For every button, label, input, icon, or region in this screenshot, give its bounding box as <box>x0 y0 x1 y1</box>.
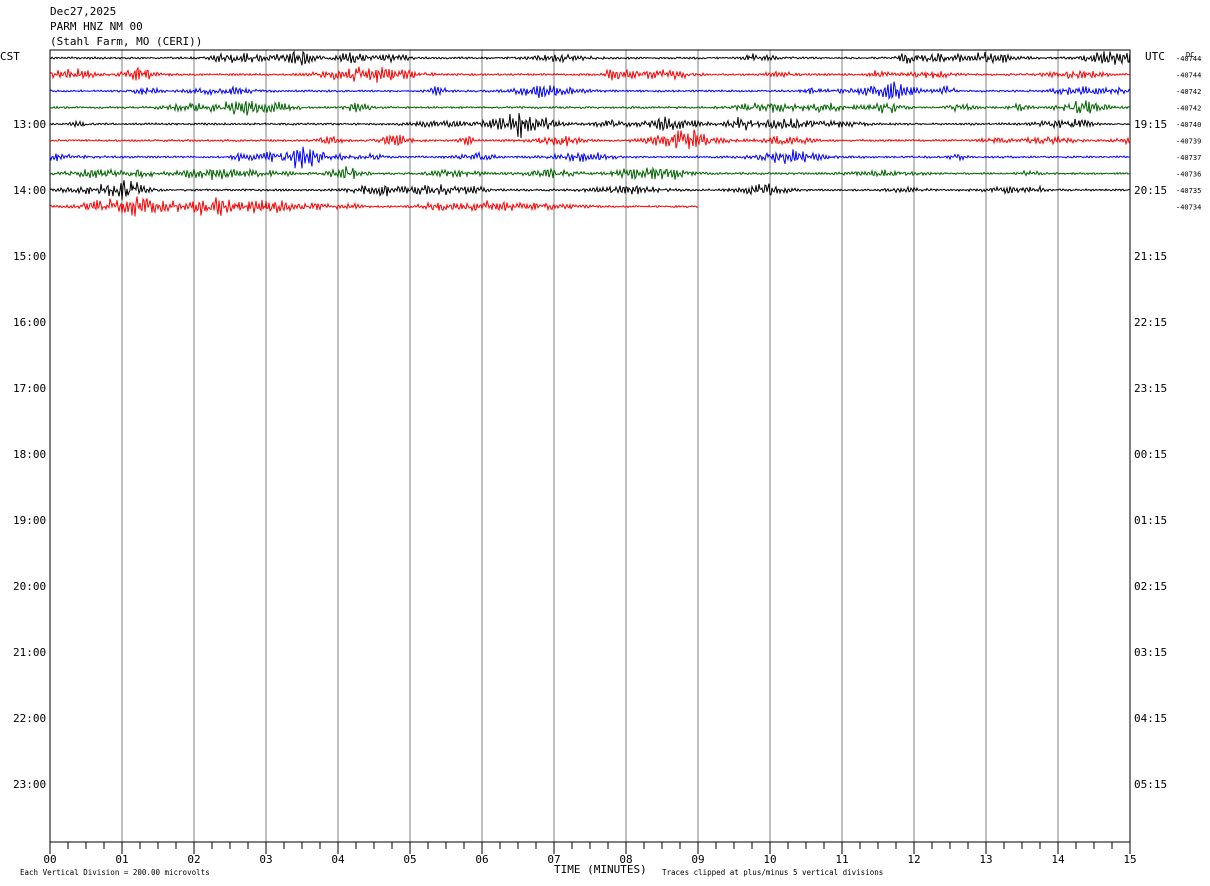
trace-line <box>49 66 1131 83</box>
x-tick-label: 15 <box>1123 853 1136 866</box>
x-tick-label: 06 <box>475 853 488 866</box>
scale-note: Each Vertical Division = 200.00 microvol… <box>20 868 210 877</box>
cst-hour-label: 17:00 <box>13 382 46 395</box>
dc-offset-label: -40735 <box>1176 187 1201 195</box>
trace-line <box>49 129 1131 150</box>
dc-offset-label: -40742 <box>1176 88 1201 96</box>
x-tick-label: 02 <box>187 853 200 866</box>
x-tick-label: 05 <box>403 853 416 866</box>
dc-offset-label: -40734 <box>1176 204 1201 212</box>
clip-note: Traces clipped at plus/minus 5 vertical … <box>662 868 883 877</box>
dc-offset-label: -40744 <box>1176 72 1201 80</box>
cst-axis-label: CST <box>0 50 20 63</box>
utc-hour-label: 02:15 <box>1134 580 1167 593</box>
dc-offset-label: -40739 <box>1176 138 1201 146</box>
cst-hour-label: 16:00 <box>13 316 46 329</box>
trace-line <box>49 113 1131 139</box>
utc-hour-label: 22:15 <box>1134 316 1167 329</box>
x-tick-label: 00 <box>43 853 56 866</box>
cst-hour-label: 14:00 <box>13 184 46 197</box>
cst-hour-label: 20:00 <box>13 580 46 593</box>
cst-hour-label: 23:00 <box>13 778 46 791</box>
x-tick-label: 14 <box>1051 853 1065 866</box>
x-tick-label: 12 <box>907 853 920 866</box>
station-label: PARM HNZ NM 00 <box>50 20 143 33</box>
utc-hour-label: 00:15 <box>1134 448 1167 461</box>
trace-line <box>49 100 1131 116</box>
minute-grid <box>121 50 1059 842</box>
trace-line <box>49 196 699 217</box>
x-tick-label: 01 <box>115 853 128 866</box>
x-tick-label: 09 <box>691 853 704 866</box>
x-tick-label: 03 <box>259 853 272 866</box>
dc-offset-label: -40744 <box>1176 55 1201 63</box>
date-label: Dec27,2025 <box>50 5 116 18</box>
utc-hour-label: 04:15 <box>1134 712 1167 725</box>
trace-line <box>49 180 1131 201</box>
cst-hour-label: 15:00 <box>13 250 46 263</box>
utc-hour-label: 03:15 <box>1134 646 1167 659</box>
trace-line <box>49 166 1131 181</box>
helicorder-plot: Dec27,2025 PARM HNZ NM 00 (Stahl Farm, M… <box>0 5 1201 877</box>
hour-labels: 13:00 14:00 15:00 16:00 17:00 18:00 19:00 20:00… <box>13 118 1167 791</box>
cst-hour-label: 21:00 <box>13 646 46 659</box>
trace-line <box>49 50 1131 66</box>
utc-hour-label: 19:15 <box>1134 118 1167 131</box>
dc-offset-label: -40740 <box>1176 121 1201 129</box>
seismic-traces <box>49 50 1131 217</box>
dc-offset-label: -40742 <box>1176 105 1201 113</box>
cst-hour-label: 22:00 <box>13 712 46 725</box>
utc-hour-label: 23:15 <box>1134 382 1167 395</box>
utc-axis-label: UTC <box>1145 50 1165 63</box>
trace-line <box>49 81 1131 101</box>
utc-hour-label: 20:15 <box>1134 184 1167 197</box>
dc-offset-label: -40736 <box>1176 171 1201 179</box>
x-tick-label: 13 <box>979 853 992 866</box>
dc-offset-labels: -40744 -40744 -40742 -40742 -40740 -40739 -407… <box>1176 55 1201 212</box>
cst-hour-label: 13:00 <box>13 118 46 131</box>
x-tick-label: 10 <box>763 853 776 866</box>
x-axis-title: TIME (MINUTES) <box>554 863 647 876</box>
location-label: (Stahl Farm, MO (CERI)) <box>50 35 202 48</box>
utc-hour-label: 21:15 <box>1134 250 1167 263</box>
trace-line <box>49 146 1130 169</box>
x-tick-label: 11 <box>835 853 848 866</box>
utc-hour-label: 01:15 <box>1134 514 1167 527</box>
dc-offset-label: -40737 <box>1176 154 1201 162</box>
cst-hour-label: 19:00 <box>13 514 46 527</box>
x-tick-label: 04 <box>331 853 345 866</box>
plot-frame <box>49 49 1131 843</box>
utc-hour-label: 05:15 <box>1134 778 1167 791</box>
cst-hour-label: 18:00 <box>13 448 46 461</box>
